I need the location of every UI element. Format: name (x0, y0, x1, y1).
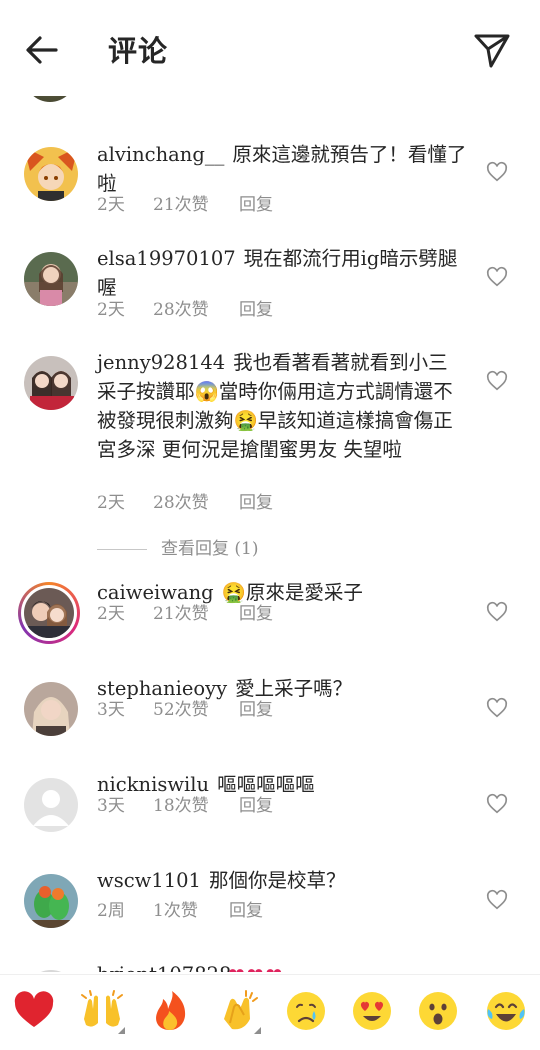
skin-tone-indicator (118, 1027, 125, 1034)
comment-likes[interactable]: 52次赞 (153, 695, 239, 720)
comment-username[interactable]: alvinchang__ (97, 143, 224, 166)
like-heart-icon[interactable] (486, 697, 508, 719)
avatar[interactable] (24, 147, 78, 201)
reply-button[interactable]: 回复 (239, 695, 273, 720)
clapping-hands-emoji-icon[interactable] (216, 989, 261, 1034)
comment-username[interactable]: jenny928144 (97, 351, 225, 374)
emoji-quick-bar (0, 974, 540, 1050)
comment-list[interactable]: alvinchang__ 原來這邊就預告了！看懂了啦 2天 21次赞 回复 elsa1… (0, 60, 540, 972)
avatar[interactable] (24, 356, 78, 410)
story-ring[interactable] (18, 582, 80, 644)
comment-likes[interactable]: 21次赞 (153, 190, 239, 215)
comment-time: 2天 (97, 604, 125, 624)
comment-likes[interactable]: 28次赞 (153, 488, 239, 513)
header-bar: 评论 (0, 0, 540, 96)
comment-likes[interactable]: 21次赞 (153, 599, 239, 624)
crying-face-emoji-icon[interactable] (284, 989, 328, 1033)
avatar[interactable] (24, 874, 78, 928)
like-heart-icon[interactable] (486, 889, 508, 911)
like-heart-icon[interactable] (486, 601, 508, 623)
like-heart-icon[interactable] (486, 161, 508, 183)
back-arrow-icon[interactable] (22, 30, 62, 70)
view-replies-link[interactable]: 查看回复 (1) (97, 534, 258, 559)
comment-text: ❤❤❤ (228, 963, 284, 972)
like-heart-icon[interactable] (486, 793, 508, 815)
comment-meta: 3天 52次赞 回复 (97, 695, 273, 720)
fire-emoji-icon[interactable] (148, 989, 192, 1033)
comment-meta: 2周 1次赞 回复 (97, 896, 263, 921)
divider (97, 549, 147, 550)
like-heart-icon[interactable] (486, 370, 508, 392)
reply-button[interactable]: 回复 (229, 896, 263, 921)
avatar[interactable] (24, 682, 78, 736)
raising-hands-emoji-icon[interactable] (80, 989, 125, 1034)
avatar[interactable] (24, 970, 78, 972)
avatar[interactable] (24, 588, 74, 638)
comment-text: 那個你是校草？ (208, 869, 346, 892)
like-heart-icon[interactable] (486, 266, 508, 288)
avatar[interactable] (24, 778, 78, 832)
comment-likes[interactable]: 18次赞 (153, 791, 239, 816)
comment-time: 2天 (97, 195, 125, 215)
send-icon[interactable] (472, 30, 512, 70)
reply-button[interactable]: 回复 (239, 295, 273, 320)
reply-button[interactable]: 回复 (239, 791, 273, 816)
comment-body: jenny928144 我也看著看著就看到小三采子按讚耶😱當時你倆用這方式調情還不… (97, 348, 467, 464)
reply-button[interactable]: 回复 (239, 599, 273, 624)
red-heart-emoji-icon[interactable] (12, 989, 56, 1033)
avatar[interactable] (24, 252, 78, 306)
heart-eyes-face-emoji-icon[interactable] (350, 989, 394, 1033)
comment-time: 3天 (97, 700, 125, 720)
comment-username[interactable]: elsa19970107 (97, 247, 236, 270)
comment-time: 3天 (97, 796, 125, 816)
comment-meta: 2天 21次赞 回复 (97, 599, 273, 624)
comment-meta: 3天 18次赞 回复 (97, 791, 273, 816)
comment-username[interactable]: brient107828 (97, 963, 231, 972)
skin-tone-indicator (254, 1027, 261, 1034)
tears-of-joy-face-emoji-icon[interactable] (484, 989, 528, 1033)
comment-username[interactable]: wscw1101 (97, 869, 201, 892)
page-title: 评论 (108, 34, 169, 68)
comment-meta: 2天 28次赞 回复 (97, 488, 273, 513)
reply-button[interactable]: 回复 (239, 190, 273, 215)
comment-time: 2周 (97, 901, 125, 921)
comment-meta: 2天 28次赞 回复 (97, 295, 273, 320)
comment-body: elsa19970107 現在都流行用ig暗示劈腿喔 (97, 244, 467, 302)
comment-meta: 2天 21次赞 回复 (97, 190, 273, 215)
view-replies-label: 查看回复 (1) (161, 539, 259, 559)
reply-button[interactable]: 回复 (239, 488, 273, 513)
comment-likes[interactable]: 1次赞 (153, 896, 229, 921)
comment-time: 2天 (97, 300, 125, 320)
surprised-face-emoji-icon[interactable] (416, 989, 460, 1033)
comment-time: 2天 (97, 493, 125, 513)
comment-likes[interactable]: 28次赞 (153, 295, 239, 320)
comment-body: wscw1101 那個你是校草？ (97, 866, 467, 895)
